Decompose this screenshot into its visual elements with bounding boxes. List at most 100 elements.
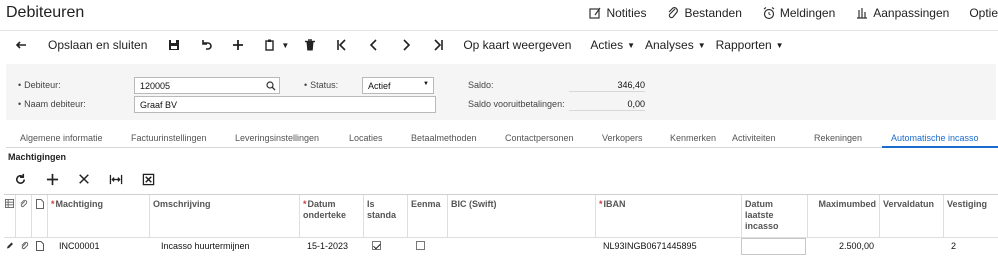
add-row-button[interactable] xyxy=(44,171,60,187)
undo-button[interactable] xyxy=(199,34,213,56)
options-label: Optie xyxy=(969,6,998,20)
debtor-name-field[interactable]: Graaf BV xyxy=(134,96,436,113)
tab-locations[interactable]: Locaties xyxy=(349,133,383,143)
grid-settings-icon xyxy=(5,199,14,208)
cell-max-amount[interactable]: 2.500,00 xyxy=(808,241,874,257)
row-attachment-cell[interactable] xyxy=(18,241,32,257)
customizations-label: Aanpassingen xyxy=(873,6,950,20)
customize-icon xyxy=(857,8,868,19)
notifications-link[interactable]: Meldingen xyxy=(762,6,835,20)
tab-salespersons[interactable]: Verkopers xyxy=(602,133,643,143)
cell-branch[interactable]: 2 xyxy=(948,241,996,257)
previous-record-button[interactable] xyxy=(367,34,381,56)
chevron-down-icon: ▼ xyxy=(627,40,635,50)
back-button[interactable] xyxy=(14,34,28,56)
cell-expiry[interactable] xyxy=(884,241,942,257)
header-divider xyxy=(4,237,998,238)
reports-menu[interactable]: Rapporten ▼ xyxy=(716,34,784,56)
debtor-label: • Debiteur: xyxy=(18,80,61,90)
fit-columns-button[interactable] xyxy=(108,171,124,187)
active-tab-indicator xyxy=(882,146,998,148)
plus-icon xyxy=(233,40,244,50)
status-label: • Status: xyxy=(304,80,339,90)
back-arrow-icon xyxy=(15,41,26,49)
map-view-button[interactable]: Op kaart weergeven xyxy=(463,34,571,56)
chevron-down-icon: ▼ xyxy=(423,81,429,87)
chevron-down-icon: ▼ xyxy=(775,40,784,50)
cell-is-default[interactable] xyxy=(369,241,399,257)
header-one-off[interactable]: Eenma xyxy=(408,195,448,237)
notes-link[interactable]: Notities xyxy=(588,6,646,20)
save-close-button[interactable]: Opslaan en sluiten xyxy=(48,34,147,56)
header-bic[interactable]: BIC (Swift) xyxy=(448,195,596,237)
files-link[interactable]: Bestanden xyxy=(666,6,742,20)
debtor-name-label: • Naam debiteur: xyxy=(18,99,86,109)
tab-direct-debit[interactable]: Automatische incasso xyxy=(891,133,979,143)
last-record-button[interactable] xyxy=(431,34,445,56)
analyses-menu[interactable]: Analyses ▼ xyxy=(645,34,706,56)
tab-delivery-settings[interactable]: Leveringsinstellingen xyxy=(235,133,319,143)
export-excel-button[interactable] xyxy=(140,171,156,187)
customizations-link[interactable]: Aanpassingen xyxy=(855,6,949,20)
tab-contacts[interactable]: Contactpersonen xyxy=(505,133,574,143)
refresh-icon xyxy=(15,173,25,184)
prepayment-balance-value: 0,00 xyxy=(627,99,645,109)
paperclip-icon xyxy=(21,241,29,250)
cell-description[interactable]: Incasso huurtermijnen xyxy=(158,241,298,257)
header-branch[interactable]: Vestiging xyxy=(944,195,998,237)
header-max-amount[interactable]: Maximumbed xyxy=(808,195,880,237)
mandates-grid: *Machtiging Omschrijving *Datum ondertek… xyxy=(4,194,998,257)
header-iban[interactable]: *IBAN xyxy=(596,195,742,237)
cell-bic[interactable] xyxy=(450,241,590,257)
search-icon[interactable] xyxy=(266,81,276,91)
page-title: Debiteuren xyxy=(6,4,85,21)
default-checkbox[interactable] xyxy=(372,241,381,250)
first-record-button[interactable] xyxy=(335,34,349,56)
tab-activities[interactable]: Activiteiten xyxy=(732,133,776,143)
tab-invoice-settings[interactable]: Factuurinstellingen xyxy=(131,133,207,143)
header-description[interactable]: Omschrijving xyxy=(150,195,300,237)
header-expiry[interactable]: Vervaldatun xyxy=(880,195,944,237)
document-icon xyxy=(36,241,44,251)
cell-one-off[interactable] xyxy=(413,241,443,257)
one-off-checkbox[interactable] xyxy=(416,241,425,250)
tab-general-info[interactable]: Algemene informatie xyxy=(20,133,103,143)
cell-date-signed[interactable]: 15-1-2023 xyxy=(304,241,364,257)
grid-settings-header[interactable] xyxy=(4,195,16,237)
status-select[interactable]: Actief ▼ xyxy=(362,77,434,94)
cell-mandate[interactable]: INC00001 xyxy=(56,241,150,257)
cell-last-collection-input[interactable] xyxy=(741,238,806,255)
notes-label: Notities xyxy=(606,6,647,20)
trash-icon xyxy=(305,39,316,51)
top-links: Notities Bestanden Meldingen Aanpassinge… xyxy=(568,6,998,20)
options-link[interactable]: Optie xyxy=(969,6,998,20)
tab-strip: Algemene informatie Factuurinstellingen … xyxy=(6,128,998,148)
tab-accounts[interactable]: Rekeningen xyxy=(814,133,862,143)
excel-icon xyxy=(142,173,154,185)
delete-row-button[interactable] xyxy=(76,171,92,187)
prepayment-balance-label: Saldo vooruitbetalingen: xyxy=(468,99,565,109)
note-icon xyxy=(589,7,601,19)
debtor-field[interactable]: 120005 xyxy=(134,77,280,94)
tab-payment-methods[interactable]: Betaalmethoden xyxy=(411,133,477,143)
cell-iban[interactable]: NL93INGB0671445895 xyxy=(600,241,740,257)
header-date-signed[interactable]: *Datum onderteke xyxy=(300,195,364,237)
header-mandate[interactable]: *Machtiging xyxy=(48,195,150,237)
header-is-default[interactable]: Is standa xyxy=(364,195,408,237)
row-note-cell[interactable] xyxy=(36,241,48,257)
actions-menu[interactable]: Acties ▼ xyxy=(590,34,635,56)
refresh-button[interactable] xyxy=(12,171,28,187)
next-record-button[interactable] xyxy=(399,34,413,56)
copy-paste-button[interactable]: ▼ xyxy=(263,34,289,56)
edit-row-cell[interactable] xyxy=(5,241,16,257)
header-last-collection[interactable]: Datum laatste incasso xyxy=(742,195,808,237)
pencil-icon xyxy=(7,242,13,249)
balance-label: Saldo: xyxy=(468,80,494,90)
save-button[interactable] xyxy=(167,34,181,56)
delete-button[interactable] xyxy=(303,34,317,56)
tab-attributes[interactable]: Kenmerken xyxy=(670,133,716,143)
chevron-left-icon xyxy=(370,39,377,51)
add-button[interactable] xyxy=(231,34,245,56)
alarm-icon xyxy=(763,7,775,20)
balance-value: 346,40 xyxy=(617,80,645,90)
